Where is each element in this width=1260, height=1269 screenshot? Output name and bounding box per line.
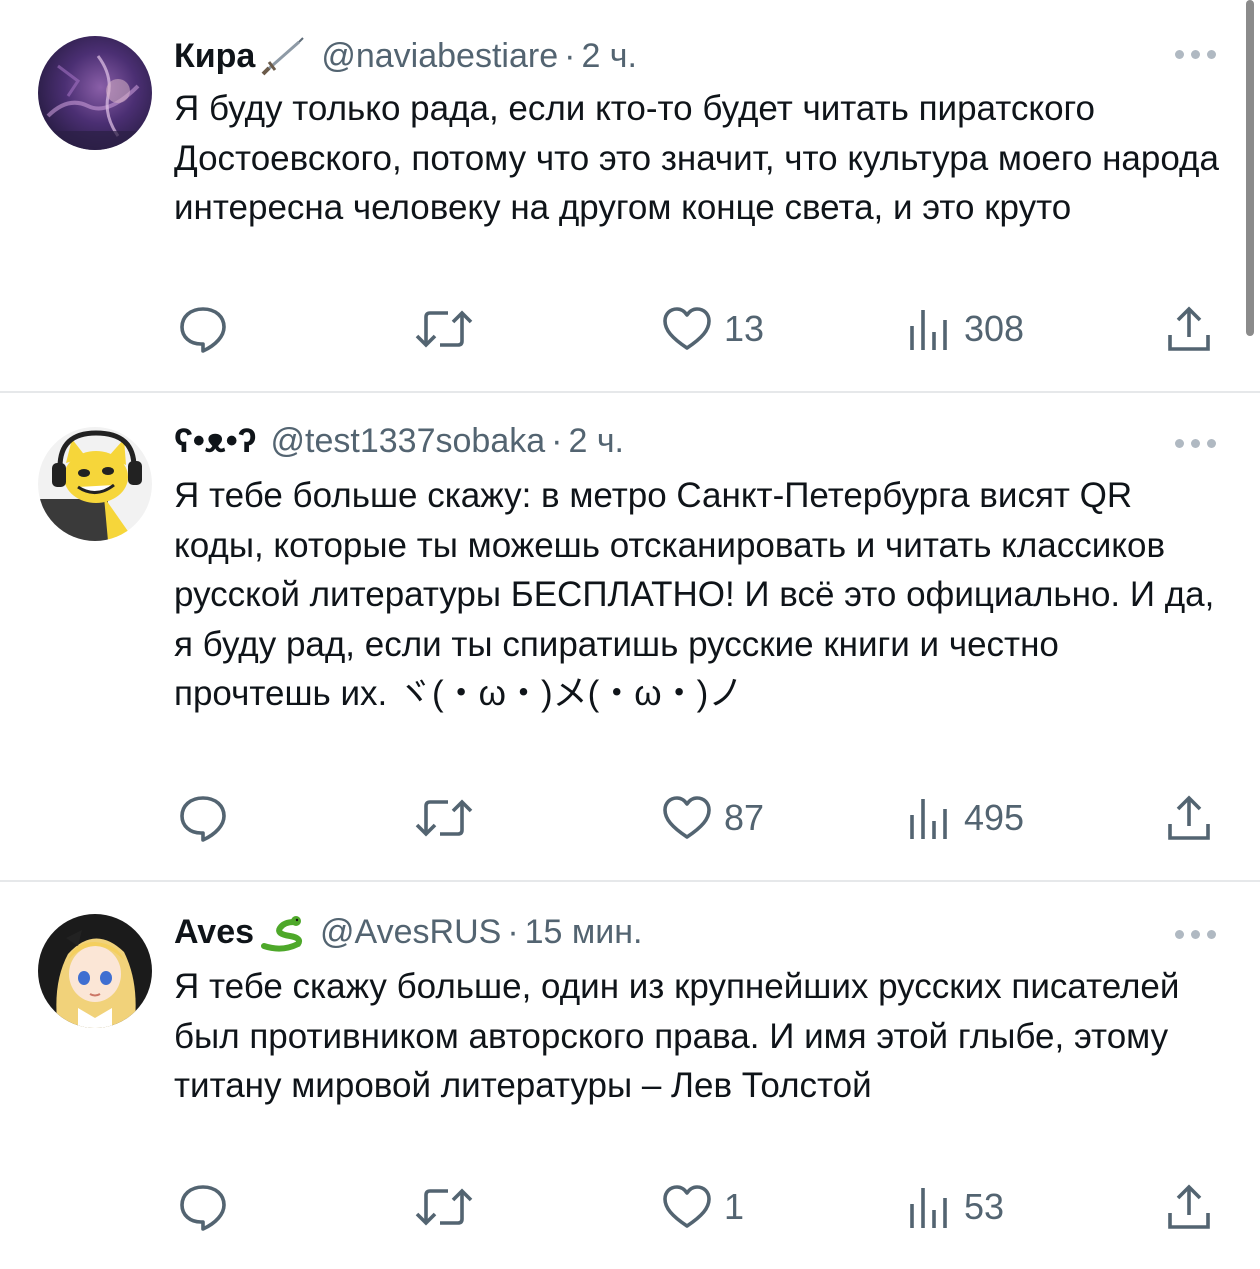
tweet-text: Я тебе больше скажу: в метро Санкт-Петер…	[174, 476, 1225, 713]
more-dots-icon[interactable]	[1175, 50, 1216, 59]
tweet[interactable]: ʕ•ᴥ•ʔ @test1337sobaka · 2 ч. Я тебе боль…	[0, 393, 1260, 881]
views-button[interactable]: 308	[908, 304, 1024, 354]
share-upload-icon	[1168, 795, 1210, 840]
display-name[interactable]: ʕ•ᴥ•ʔ	[174, 422, 257, 461]
tweet-header: ʕ•ᴥ•ʔ @test1337sobaka · 2 ч.	[174, 417, 624, 465]
tweet-header: Aves @AvesRUS · 15 мин.	[174, 908, 643, 956]
heart-icon	[663, 307, 711, 350]
avatar-photo-icon	[38, 36, 152, 150]
avatar[interactable]	[38, 914, 152, 1028]
tweet[interactable]: Aves @AvesRUS · 15 мин. Я тебе скажу бол…	[0, 882, 1260, 1269]
reply-feed: Кира @naviabestiare · 2 ч. Я буду только…	[0, 0, 1260, 1269]
repost-arrows-icon	[415, 1188, 473, 1226]
avatar[interactable]	[38, 427, 152, 541]
tweet-text: Я буду только рада, если кто-то будет чи…	[174, 89, 1229, 227]
share-upload-icon	[1168, 306, 1210, 351]
tweet-header: Кира @naviabestiare · 2 ч.	[174, 32, 637, 80]
tweet[interactable]: Кира @naviabestiare · 2 ч. Я буду только…	[0, 0, 1260, 392]
avatar-anime-icon	[38, 914, 152, 1028]
tweet-actions: 1 53	[174, 1182, 1234, 1232]
reply-button[interactable]	[178, 1182, 240, 1232]
reply-button[interactable]	[178, 793, 240, 843]
timestamp[interactable]: 2 ч.	[581, 37, 637, 76]
separator-dot: ·	[564, 36, 576, 75]
avatar[interactable]	[38, 36, 152, 150]
snake-icon	[258, 912, 306, 952]
views-count: 308	[964, 308, 1025, 349]
reply-bubble-icon	[180, 796, 226, 842]
repost-button[interactable]	[414, 304, 486, 354]
share-button[interactable]	[1166, 1182, 1212, 1232]
like-button[interactable]: 13	[662, 304, 764, 354]
user-handle[interactable]: @test1337sobaka	[271, 422, 546, 461]
views-button[interactable]: 495	[908, 793, 1024, 843]
user-handle[interactable]: @AvesRUS	[320, 913, 501, 952]
heart-icon	[663, 1185, 711, 1228]
reply-bubble-icon	[180, 307, 226, 353]
like-count: 87	[724, 797, 765, 838]
share-button[interactable]	[1166, 793, 1212, 843]
repost-arrows-icon	[415, 799, 473, 837]
repost-button[interactable]	[414, 793, 486, 843]
repost-button[interactable]	[414, 1182, 486, 1232]
like-button[interactable]: 87	[662, 793, 764, 843]
tweet-actions: 87 495	[174, 793, 1234, 843]
user-handle[interactable]: @naviabestiare	[321, 37, 558, 76]
reply-button[interactable]	[178, 304, 240, 354]
timestamp[interactable]: 2 ч.	[568, 422, 624, 461]
views-bars-icon	[910, 799, 947, 839]
like-count: 1	[724, 1186, 745, 1227]
sword-icon	[259, 36, 307, 76]
display-name[interactable]: Кира	[174, 37, 255, 76]
tweet-text: Я тебе скажу больше, один из крупнейших …	[174, 967, 1190, 1105]
views-bars-icon	[910, 310, 947, 350]
share-button[interactable]	[1166, 304, 1212, 354]
separator-dot: ·	[551, 421, 563, 460]
views-button[interactable]: 53	[908, 1182, 1004, 1232]
more-dots-icon[interactable]	[1175, 930, 1216, 939]
scrollbar[interactable]	[1246, 0, 1254, 336]
views-count: 495	[964, 797, 1025, 838]
separator-dot: ·	[507, 912, 519, 951]
more-dots-icon[interactable]	[1175, 439, 1216, 448]
like-button[interactable]: 1	[662, 1182, 744, 1232]
share-upload-icon	[1168, 1184, 1210, 1229]
views-count: 53	[964, 1186, 1005, 1227]
like-count: 13	[724, 308, 765, 349]
tweet-actions: 13 308	[174, 304, 1234, 354]
repost-arrows-icon	[415, 310, 473, 348]
display-name[interactable]: Aves	[174, 913, 254, 952]
timestamp[interactable]: 15 мин.	[525, 913, 643, 952]
views-bars-icon	[910, 1188, 947, 1228]
reply-bubble-icon	[180, 1185, 226, 1231]
avatar-cat-icon	[38, 427, 152, 541]
heart-icon	[663, 796, 711, 839]
